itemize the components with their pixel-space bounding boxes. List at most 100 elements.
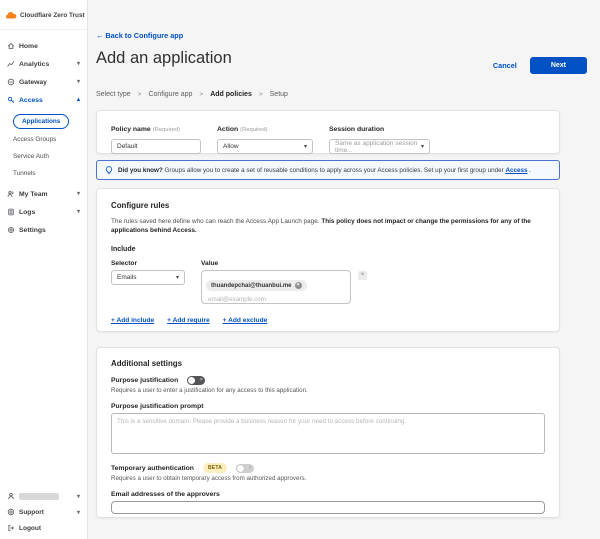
add-require-link[interactable]: + Add require (167, 317, 209, 324)
purpose-prompt-textarea[interactable] (111, 413, 545, 454)
sidebar-item-label: My Team (19, 190, 48, 198)
temporary-authentication-toggle[interactable]: × (236, 463, 255, 473)
session-duration-value: Same as application session time... (335, 139, 418, 154)
sidebar-item-home[interactable]: Home (0, 37, 87, 55)
remove-email-tag-icon[interactable]: × (294, 282, 302, 290)
session-duration-group: Session duration Same as application ses… (329, 118, 430, 154)
session-duration-select[interactable]: Same as application session time... ▾ (329, 139, 430, 154)
header-actions: Cancel Next (493, 57, 587, 74)
did-you-know-banner: Did you know? Groups allow you to create… (96, 160, 560, 180)
selector-value: Emails (117, 273, 137, 281)
email-tag-text: thuandepchai@thuanbui.me (211, 282, 292, 289)
action-group: Action (Required) Allow ▾ (217, 118, 313, 154)
approvers-email-input[interactable] (111, 501, 545, 514)
sidebar-item-access-groups[interactable]: Access Groups (13, 131, 87, 148)
step-separator: > (137, 91, 142, 98)
cancel-button[interactable]: Cancel (493, 61, 517, 70)
chevron-up-icon: ▴ (76, 97, 80, 103)
chevron-down-icon: ▾ (76, 79, 80, 85)
banner-suffix: . (527, 166, 532, 174)
step-select-type[interactable]: Select type (96, 91, 131, 98)
sidebar-nav: Home Analytics ▾ Gateway ▾ Access ▴ Appl… (0, 30, 87, 239)
purpose-justification-toggle[interactable]: × (187, 376, 206, 385)
session-duration-label: Session duration (329, 126, 385, 133)
step-add-policies[interactable]: Add policies (210, 91, 252, 98)
value-tag-input[interactable]: thuandepchai@thuanbui.me × (201, 269, 351, 304)
sidebar-item-applications[interactable]: Applications (13, 114, 70, 129)
home-icon (7, 43, 15, 49)
logo-row[interactable]: Cloudflare Zero Trust (0, 0, 87, 30)
chevron-down-icon: ▾ (76, 509, 80, 516)
sidebar-item-settings[interactable]: Settings (0, 221, 87, 239)
dropdown-caret-icon: ▾ (303, 144, 307, 150)
add-links-row: + Add include + Add require + Add exclud… (111, 317, 545, 324)
action-select[interactable]: Allow ▾ (217, 139, 313, 154)
temporary-authentication-row: Temporary authentication BETA × (111, 463, 545, 473)
selector-label: Selector (111, 259, 138, 267)
add-include-link[interactable]: + Add include (111, 317, 154, 324)
cloudflare-zero-trust-screen: Cloudflare Zero Trust Home Analytics ▾ G… (0, 0, 600, 539)
add-exclude-link[interactable]: + Add exclude (223, 317, 268, 324)
user-name-redacted (19, 492, 59, 500)
step-separator: > (258, 91, 263, 98)
sidebar-item-gateway[interactable]: Gateway ▾ (0, 73, 87, 91)
logo-label: Cloudflare Zero Trust (20, 11, 85, 19)
gateway-icon (7, 78, 15, 86)
sidebar-item-my-team[interactable]: My Team ▾ (0, 185, 87, 203)
purpose-justification-label: Purpose justification (111, 377, 179, 384)
back-to-configure-app-link[interactable]: ← Back to Configure app (96, 31, 183, 40)
access-link[interactable]: Access (505, 167, 527, 174)
sidebar-item-logout[interactable]: Logout (0, 520, 87, 536)
toggle-off-icon: × (248, 464, 252, 471)
rules-desc-normal: The rules saved here define who can reac… (111, 218, 322, 225)
sidebar-item-access[interactable]: Access ▴ (0, 91, 87, 109)
purpose-justification-description: Requires a user to enter a justification… (111, 387, 308, 394)
remove-rule-button[interactable]: × (358, 270, 367, 280)
sidebar-item-tunnels[interactable]: Tunnels (13, 165, 87, 182)
toggle-knob (188, 377, 196, 384)
email-tag: thuandepchai@thuanbui.me × (206, 280, 307, 292)
sidebar: Cloudflare Zero Trust Home Analytics ▾ G… (0, 0, 88, 539)
banner-text: Did you know? Groups allow you to create… (118, 167, 531, 174)
sidebar-item-service-auth[interactable]: Service Auth (13, 148, 87, 165)
team-icon (7, 191, 14, 197)
logout-icon (8, 525, 14, 531)
sidebar-item-label: Settings (19, 226, 46, 234)
value-label: Value (201, 259, 219, 267)
banner-lead: Did you know? (118, 166, 163, 174)
access-subnav: Applications Access Groups Service Auth … (0, 109, 87, 185)
page-title: Add an application (96, 49, 232, 67)
user-account-row[interactable]: ▾ (0, 488, 87, 504)
step-setup[interactable]: Setup (270, 91, 288, 98)
chevron-down-icon: ▾ (76, 61, 80, 67)
next-button[interactable]: Next (529, 57, 587, 74)
step-configure-app[interactable]: Configure app (148, 91, 192, 98)
toggle-knob (237, 464, 245, 472)
sidebar-item-support[interactable]: Support ▾ (0, 504, 87, 520)
dropdown-caret-icon: ▾ (175, 274, 179, 281)
email-value-input[interactable] (206, 295, 336, 303)
sidebar-item-label: Logs (19, 208, 36, 216)
sidebar-item-label: Logout (19, 524, 42, 532)
policy-name-group: Policy name (Required) (111, 118, 201, 154)
policy-card: Policy name(Required) Action(Required) A… (96, 110, 560, 154)
sidebar-item-label: Gateway (19, 78, 47, 86)
value-group: Value thuandepchai@thuanbui.me × (201, 260, 351, 304)
sidebar-item-logs[interactable]: Logs ▾ (0, 203, 87, 221)
include-label: Include (111, 245, 136, 253)
approvers-label: Email addresses of the approvers (111, 491, 220, 498)
back-arrow-icon: ← (96, 31, 104, 40)
policy-name-input[interactable] (111, 139, 201, 154)
banner-body: Groups allow you to create a set of reus… (162, 166, 506, 174)
temporary-authentication-label: Temporary authentication (111, 464, 194, 472)
required-hint: (Required) (152, 127, 181, 133)
sidebar-item-analytics[interactable]: Analytics ▾ (0, 55, 87, 73)
cloudflare-logo-icon (5, 6, 17, 24)
action-value: Allow (223, 143, 239, 150)
selector-select[interactable]: Emails ▾ (111, 269, 185, 285)
support-icon (7, 508, 15, 516)
back-link-label: Back to Configure app (105, 31, 184, 40)
logs-icon (8, 208, 14, 216)
sidebar-item-label: Access (19, 96, 43, 104)
temporary-authentication-description: Requires a user to obtain temporary acce… (111, 475, 307, 482)
